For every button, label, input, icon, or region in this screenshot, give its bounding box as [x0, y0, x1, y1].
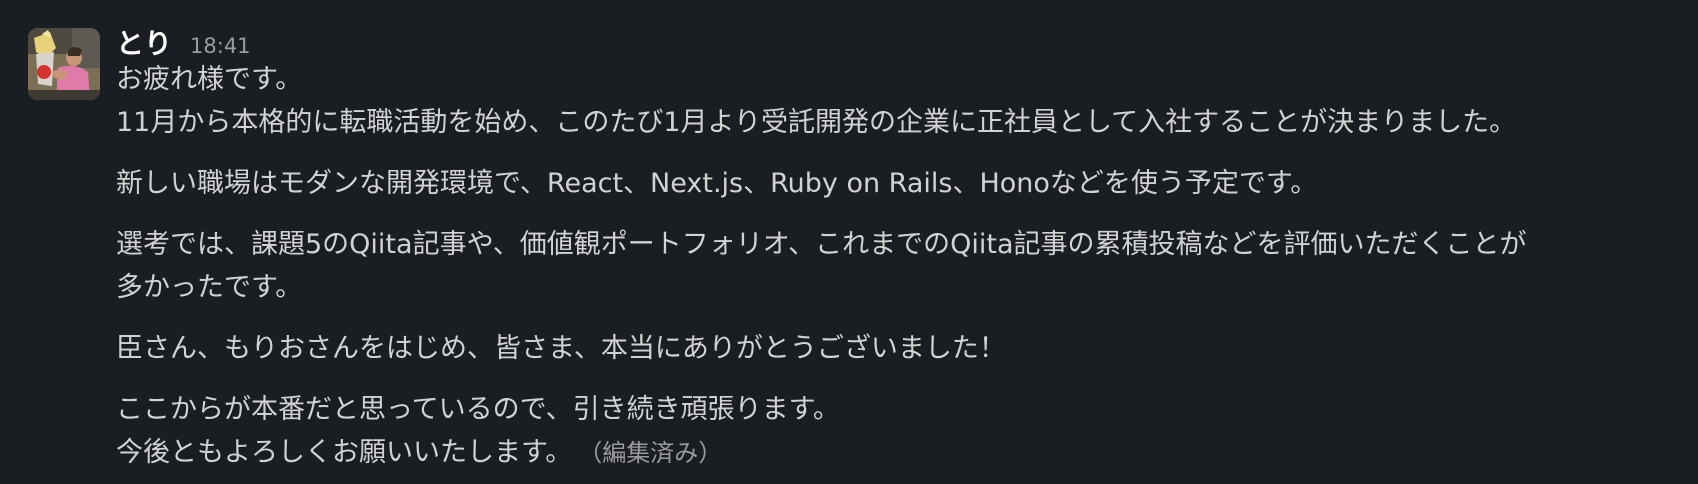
avatar-image [28, 28, 100, 100]
message-body: お疲れ様です。 11月から本格的に転職活動を始め、このたび1月より受託開発の企業… [116, 58, 1678, 475]
message-line: 新しい職場はモダンな開発環境で、React、Next.js、Ruby on Ra… [116, 168, 1318, 199]
message-paragraph: お疲れ様です。 11月から本格的に転職活動を始め、このたび1月より受託開発の企業… [116, 58, 1678, 144]
message-line-last: 今後ともよろしくお願いいたします。 （編集済み） [116, 431, 1678, 475]
avatar[interactable] [28, 28, 100, 100]
message-item[interactable]: とり 18:41 お疲れ様です。 11月から本格的に転職活動を始め、このたび1月… [0, 0, 1698, 484]
message-header: とり 18:41 [116, 22, 1678, 60]
message-line: 多かったです。 [116, 272, 303, 303]
message-line: ここからが本番だと思っているので、引き続き頑張ります。 [116, 394, 840, 425]
message-line: 11月から本格的に転職活動を始め、このたび1月より受託開発の企業に正社員として入… [116, 107, 1517, 138]
sender-name[interactable]: とり [116, 22, 172, 62]
message-line: 臣さん、もりおさんをはじめ、皆さま、本当にありがとうございました！ [116, 333, 1006, 364]
message-line-text: 今後ともよろしくお願いいたします。 [116, 437, 573, 468]
edited-indicator: （編集済み） [590, 439, 723, 467]
message-paragraph: 臣さん、もりおさんをはじめ、皆さま、本当にありがとうございました！ [116, 327, 1678, 370]
message-paragraph: 新しい職場はモダンな開発環境で、React、Next.js、Ruby on Ra… [116, 162, 1678, 205]
message-timestamp[interactable]: 18:41 [190, 34, 251, 58]
message-content: とり 18:41 お疲れ様です。 11月から本格的に転職活動を始め、このたび1月… [116, 22, 1678, 475]
message-line: 選考では、課題5のQiita記事や、価値観ポートフォリオ、これまでのQiita記… [116, 229, 1527, 260]
message-paragraph: ここからが本番だと思っているので、引き続き頑張ります。 今後ともよろしくお願いい… [116, 388, 1678, 475]
message-paragraph: 選考では、課題5のQiita記事や、価値観ポートフォリオ、これまでのQiita記… [116, 223, 1678, 309]
message-line: お疲れ様です。 [116, 64, 303, 95]
